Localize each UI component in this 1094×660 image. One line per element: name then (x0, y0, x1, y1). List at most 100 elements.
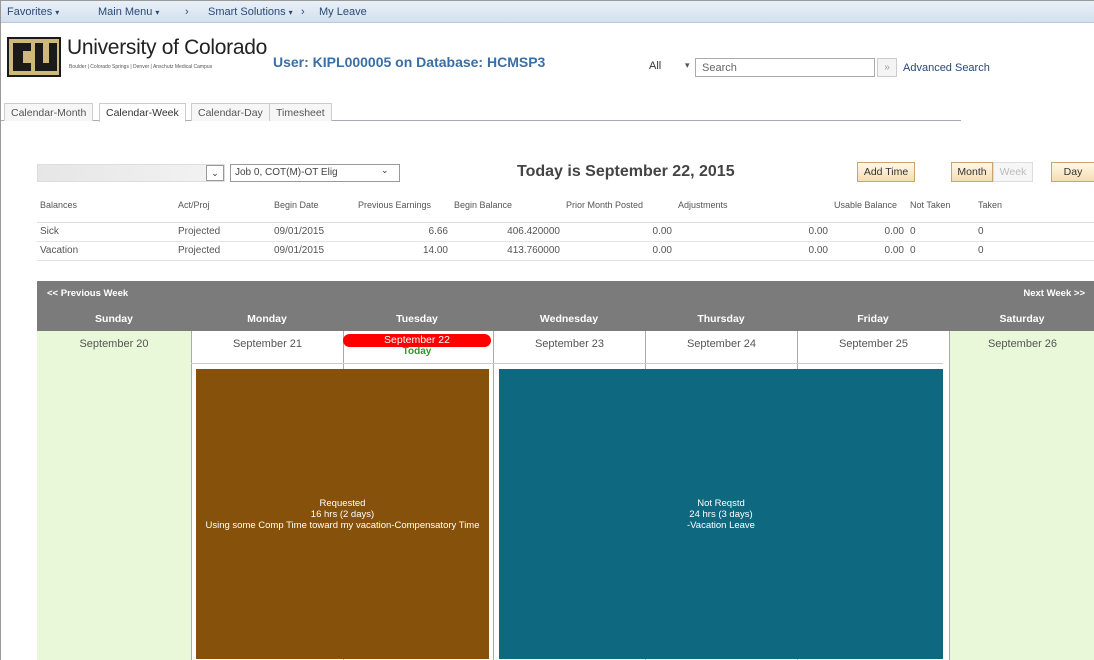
column-header: Taken (975, 189, 1094, 223)
tab-calendar-day[interactable]: Calendar-Day (191, 103, 270, 121)
chevron-down-icon[interactable]: ▾ (685, 60, 690, 71)
column-header: Balances (37, 189, 175, 223)
table-cell: 09/01/2015 (271, 241, 355, 261)
table-cell: 0.00 (675, 241, 831, 261)
university-name: University of Colorado (67, 36, 267, 59)
date-label: September 24 (686, 338, 757, 350)
table-cell: 09/01/2015 (271, 222, 355, 242)
nav-main-menu[interactable]: Main Menu ▾ (98, 6, 159, 18)
cu-logo-icon (7, 37, 61, 77)
next-week-link[interactable]: Next Week >> (1023, 288, 1085, 299)
week-nav-bar: << Previous Week Next Week >> (37, 281, 1094, 309)
table-header-row: Balances Act/Proj Begin Date Previous Ea… (37, 189, 1094, 223)
nav-smart-solutions-label: Smart Solutions (208, 6, 286, 18)
table-cell: 0 (907, 241, 975, 261)
column-header: Act/Proj (175, 189, 271, 223)
day-header-monday: Monday (247, 313, 287, 325)
balances-table: Balances Act/Proj Begin Date Previous Ea… (37, 189, 1094, 261)
date-label: September 23 (534, 338, 605, 350)
nav-favorites-label: Favorites (7, 6, 53, 18)
event-text: Not Reqstd 24 hrs (3 days) -Vacation Lea… (687, 498, 755, 531)
table-cell: 0.00 (563, 222, 675, 242)
chevron-down-icon[interactable]: ⌄ (381, 165, 389, 176)
day-cell-saturday[interactable]: September 26 (949, 331, 1094, 660)
date-label: September 25 (838, 338, 909, 350)
event-hours: 16 hrs (2 days) (310, 508, 375, 520)
search-go-button[interactable]: » (877, 58, 897, 77)
column-header: Prior Month Posted (563, 189, 675, 223)
event-hours: 24 hrs (3 days) (689, 508, 753, 520)
month-view-button[interactable]: Month (951, 162, 993, 182)
date-label: September 20 (79, 338, 149, 350)
day-header-wednesday: Wednesday (539, 313, 599, 325)
table-cell: 0.00 (563, 241, 675, 261)
today-label: Today (402, 346, 432, 357)
day-header-sunday: Sunday (95, 313, 133, 325)
event-description: -Vacation Leave (687, 519, 755, 531)
event-description: Using some Comp Time toward my vacation-… (205, 519, 480, 531)
table-cell: 0.00 (831, 241, 907, 261)
table-cell: 0 (975, 241, 1094, 261)
table-cell: 0.00 (675, 222, 831, 242)
tab-calendar-month[interactable]: Calendar-Month (4, 103, 94, 121)
day-header-tuesday: Tuesday (396, 313, 438, 325)
column-header: Begin Date (271, 189, 355, 223)
advanced-search-link[interactable]: Advanced Search (903, 62, 990, 74)
nav-separator: › (301, 6, 305, 18)
page-frame: Favorites ▾ Main Menu ▾ › Smart Solutions ▾… (0, 0, 1094, 660)
date-label: September 21 (232, 338, 303, 350)
top-nav-bar: Favorites ▾ Main Menu ▾ › Smart Solutions ▾… (1, 1, 1094, 23)
table-cell: 406.420000 (451, 222, 563, 242)
tab-bar: Calendar-Month Calendar-Week Calendar-Da… (1, 101, 961, 122)
column-header: Begin Balance (451, 189, 563, 223)
leave-event-requested[interactable]: Requested 16 hrs (2 days) Using some Com… (196, 369, 489, 659)
table-row: Vacation Projected 09/01/2015 14.00 413.… (37, 241, 1094, 261)
leave-event-not-requested[interactable]: Not Reqstd 24 hrs (3 days) -Vacation Lea… (499, 369, 943, 659)
event-text: Requested 16 hrs (2 days) Using some Com… (205, 498, 479, 531)
table-cell: Vacation (37, 241, 175, 261)
header: University of Colorado Boulder | Colorad… (1, 23, 1094, 97)
table-cell: 6.66 (355, 222, 451, 242)
tab-calendar-week[interactable]: Calendar-Week (99, 103, 186, 122)
event-status: Requested (319, 497, 366, 509)
job-select[interactable]: Job 0, COT(M)-OT Elig (230, 164, 400, 182)
column-header: Not Taken (907, 189, 975, 223)
employee-select[interactable] (37, 164, 225, 182)
search-input[interactable]: Search (695, 58, 875, 77)
nav-my-leave[interactable]: My Leave (319, 6, 367, 18)
nav-smart-solutions[interactable]: Smart Solutions ▾ (208, 6, 293, 18)
chevron-down-icon: ▾ (55, 8, 60, 17)
campus-list: Boulder | Colorado Springs | Denver | An… (69, 64, 213, 70)
table-cell: 0 (975, 222, 1094, 242)
day-cell-sunday[interactable]: September 20 (37, 331, 191, 660)
table-cell: 0.00 (831, 222, 907, 242)
chevron-down-icon: ▾ (288, 8, 293, 17)
previous-week-link[interactable]: << Previous Week (47, 288, 128, 299)
divider (191, 363, 943, 364)
day-view-button[interactable]: Day (1051, 162, 1094, 182)
add-time-button[interactable]: Add Time (857, 162, 915, 182)
day-header-thursday: Thursday (697, 313, 745, 325)
day-header-friday: Friday (857, 313, 889, 325)
week-view-button[interactable]: Week (993, 162, 1033, 182)
column-header: Adjustments (675, 189, 831, 223)
table-cell: Projected (175, 222, 271, 242)
event-status: Not Reqstd (697, 497, 745, 509)
date-label: September 26 (987, 338, 1058, 350)
user-database-info: User: KIPL000005 on Database: HCMSP3 (273, 54, 546, 70)
tab-timesheet[interactable]: Timesheet (269, 103, 332, 121)
nav-favorites[interactable]: Favorites ▾ (7, 6, 59, 18)
table-cell: 14.00 (355, 241, 451, 261)
table-row: Sick Projected 09/01/2015 6.66 406.42000… (37, 222, 1094, 242)
nav-separator: › (185, 6, 189, 18)
day-header-row: Sunday Monday Tuesday Wednesday Thursday… (37, 309, 1094, 331)
chevron-down-icon[interactable]: ⌄ (206, 165, 224, 181)
search-scope-select[interactable]: All (637, 58, 679, 76)
chevron-down-icon: ▾ (155, 8, 160, 17)
table-cell: 0 (907, 222, 975, 242)
column-header: Previous Earnings (355, 189, 451, 223)
table-cell: 413.760000 (451, 241, 563, 261)
day-header-saturday: Saturday (999, 313, 1045, 325)
column-header: Usable Balance (831, 189, 907, 223)
nav-main-menu-label: Main Menu (98, 6, 153, 18)
